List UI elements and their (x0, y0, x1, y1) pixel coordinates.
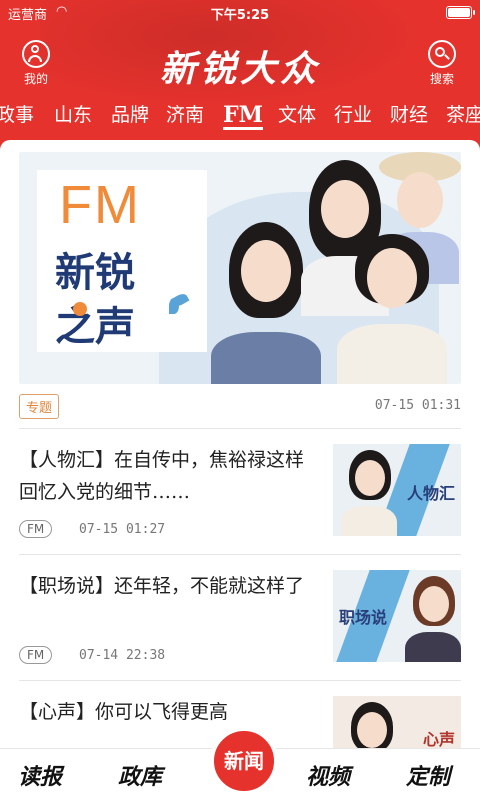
nav-policy-library[interactable]: 政库 (118, 759, 162, 791)
thumb-label: 职场说 (339, 610, 388, 627)
battery-icon (446, 6, 475, 19)
feed-content: FM 新锐 之声 专题 07-15 01:31 【人物汇】在自传中，焦裕禄这样回… (0, 140, 480, 750)
nav-newspaper[interactable]: 读报 (18, 759, 62, 791)
banner-fm-text: FM (59, 175, 141, 235)
nav-custom[interactable]: 定制 (406, 759, 450, 791)
topic-tag: 专题 (19, 394, 60, 419)
article-title: 【职场说】还年轻，不能就这样了 (19, 575, 305, 597)
article-thumbnail: 职场说 (333, 570, 461, 662)
featured-banner[interactable]: FM 新锐 之声 (19, 152, 461, 384)
nav-video[interactable]: 视频 (306, 759, 350, 791)
search-icon (428, 40, 456, 68)
status-bar: 运营商 ◠ 下午5:25 (0, 0, 480, 24)
article-item[interactable]: 【人物汇】在自传中，焦裕禄这样回忆入党的细节…… FM 07-15 01:27 … (19, 430, 461, 550)
source-badge: FM (19, 646, 53, 664)
divider (19, 428, 461, 429)
source-badge: FM (19, 520, 53, 538)
plant-icon (169, 291, 190, 332)
tab-industry[interactable]: 行业 (334, 100, 372, 136)
article-time: 07-14 22:38 (79, 648, 166, 663)
nav-news[interactable]: 新闻 (210, 727, 278, 795)
article-time: 07-15 01:27 (79, 522, 166, 537)
tab-teahouse[interactable]: 茶座 (446, 100, 480, 136)
divider (19, 554, 461, 555)
article-title: 【人物汇】在自传中，焦裕禄这样回忆入党的细节…… (19, 449, 305, 503)
article-item[interactable]: 【职场说】还年轻，不能就这样了 FM 07-14 22:38 职场说 (19, 556, 461, 676)
tab-shandong[interactable]: 山东 (54, 100, 92, 136)
microphone-dot-icon (73, 302, 87, 316)
banner-title-line1: 新锐 (55, 251, 135, 295)
status-time: 下午5:25 (210, 8, 270, 23)
banner-title-line2: 之声 (55, 305, 135, 349)
tab-finance[interactable]: 财经 (390, 100, 428, 136)
category-tabs: 政事 山东 品牌 济南 FM 文体 行业 财经 茶座 (0, 100, 480, 136)
divider (19, 680, 461, 681)
article-thumbnail: 人物汇 (333, 444, 461, 536)
search-label: 搜索 (429, 72, 454, 86)
article-title: 【心声】你可以飞得更高 (19, 701, 229, 723)
tab-jinan[interactable]: 济南 (166, 100, 204, 136)
top-header-area: 运营商 ◠ 下午5:25 我的 新锐大众 搜索 政事 山东 品牌 济南 FM 文… (0, 0, 480, 150)
battery-level (448, 8, 470, 17)
app-header: 我的 新锐大众 搜索 (0, 30, 480, 90)
article-thumbnail: 心声 (333, 696, 461, 750)
banner-time: 07-15 01:31 (374, 398, 461, 413)
tab-brand[interactable]: 品牌 (111, 100, 149, 136)
app-logo: 新锐大众 (159, 48, 320, 90)
search-button[interactable]: 搜索 (422, 40, 462, 87)
tab-politics[interactable]: 政事 (0, 100, 34, 136)
host-photo-4 (337, 234, 447, 384)
banner-meta: 专题 07-15 01:31 (19, 394, 461, 419)
tab-culture-sports[interactable]: 文体 (278, 100, 316, 136)
thumb-label: 人物汇 (406, 486, 455, 503)
tab-fm[interactable]: FM (223, 100, 263, 136)
thumb-label: 心声 (422, 732, 455, 749)
bottom-navigation: 读报 政库 新闻 视频 定制 (0, 727, 480, 801)
